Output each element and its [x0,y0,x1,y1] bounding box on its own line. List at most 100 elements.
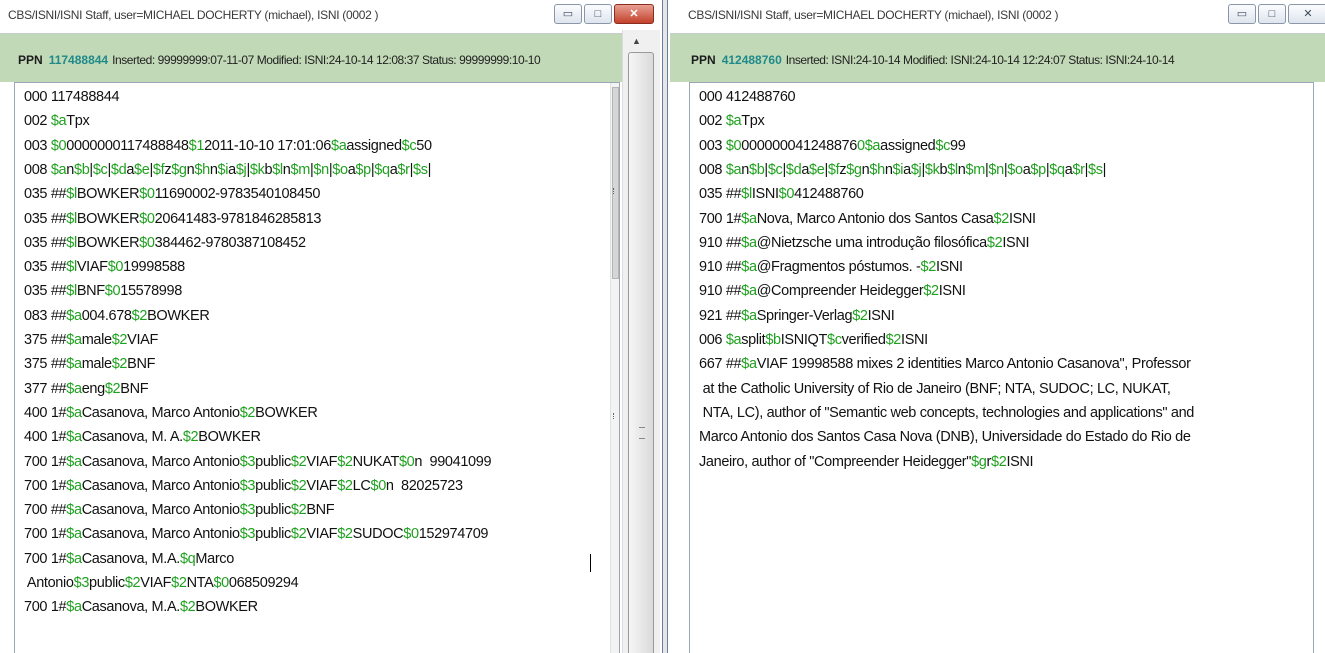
minimize-icon: ▭ [562,8,574,20]
record-field-line[interactable]: 910 ##$a@Compreender Heidegger$2ISNI [699,283,966,299]
subfield-code: $2 [290,526,307,543]
record-field-line[interactable]: 921 ##$aSpringer-Verlag$2ISNI [699,307,895,324]
field-text: 19998588 [123,259,185,276]
record-field-line[interactable]: 400 1#$aCasanova, Marco Antonio$2BOWKER [24,404,318,421]
record-field-line[interactable]: 006 $asplit$bISNIQT$cverified$2ISNI [699,332,928,348]
subfield-code: $0 [403,526,419,543]
record-field-line[interactable]: 700 ##$aCasanova, Marco Antonio$3public$… [24,502,335,519]
field-text: Casanova, Marco Antonio [81,502,240,519]
subfield-code: $3 [239,526,256,543]
record-field-line[interactable]: 910 ##$a@Fragmentos póstumos. -$2ISNI [699,259,963,275]
ppn-label: PPN [691,53,716,67]
scroll-marker [613,188,617,194]
record-field-line[interactable]: 008 $an$b|$c|$da$e|$fz$gn$hn$ia$j|$kb$ln… [24,162,431,178]
subfield-code: $d [785,161,802,178]
close-button[interactable]: ✕ [1288,4,1325,24]
record-editor-scrollbar[interactable] [610,83,619,653]
record-field-line[interactable]: 700 1#$aCasanova, M.A.$2BOWKER [24,599,258,615]
maximize-button[interactable]: □ [1258,4,1286,24]
ppn-number[interactable]: 117488844 [49,53,108,67]
record-field-line[interactable]: 910 ##$a@Nietzsche uma introdução filosó… [699,234,1030,251]
record-field-line[interactable]: 003 $00000000412488760$aassigned$c99 [699,138,966,154]
field-text: VIAF 19998588 mixes 2 identities Marco A… [756,356,1191,373]
subfield-code: $a [741,259,757,276]
record-field-line[interactable]: 400 1#$aCasanova, M. A.$2BOWKER [24,429,261,445]
record-field-line[interactable]: 035 ##$lBOWKER$020641483-9781846285813 [24,211,321,227]
window-scrollbar[interactable]: ▲ [622,30,660,653]
maximize-button[interactable]: □ [584,4,612,24]
subfield-code: $a [741,234,757,251]
field-text: Antonio [24,575,74,591]
close-icon: ✕ [1303,8,1313,20]
scroll-thumb[interactable] [628,52,654,653]
field-text: Springer-Verlag [756,307,853,324]
minimize-button[interactable]: ▭ [554,4,582,24]
record-field-line[interactable]: 700 1#$aCasanova, M.A.$qMarco [24,551,234,567]
record-field-line[interactable]: Janeiro, author of "Compreender Heidegge… [699,454,1034,470]
record-editor-scroll-thumb[interactable] [612,87,619,279]
subfield-code: $c [827,332,842,348]
record-editor[interactable]: 000 412488760 002 $aTpx 003 $0000000041248… [689,82,1314,653]
subfield-code: $0 [213,575,229,591]
pane-divider[interactable] [660,0,670,653]
record-field-line[interactable]: at the Catholic University of Rio de Jan… [699,381,1171,397]
record-field-line[interactable]: 700 1#$aCasanova, Marco Antonio$3public$… [24,478,463,494]
record-field-line[interactable]: 377 ##$aeng$2BNF [24,381,149,397]
subfield-code: $2 [239,404,256,421]
field-text: 11690002-9783540108450 [154,186,321,203]
record-field-line[interactable]: 035 ##$lBOWKER$011690002-9783540108450 [24,186,320,202]
subfield-code: $2 [290,453,307,470]
subfield-code: $b [73,161,90,178]
subfield-code: $s [413,161,428,178]
close-button[interactable]: ✕ [614,4,654,24]
field-text: n [209,161,218,178]
subfield-code: $a [741,283,757,300]
scroll-up-arrow-icon[interactable]: ▲ [632,36,641,46]
subfield-code: $l [66,210,77,227]
field-text: a [801,161,810,178]
window-title: CBS/ISNI/ISNI Staff, user=MICHAEL DOCHER… [688,8,1059,22]
record-field-line[interactable]: Marco Antonio dos Santos Casa Nova (DNB)… [699,429,1191,445]
subfield-code: $h [869,161,885,178]
record-field-line[interactable]: 035 ##$lISNI$0412488760 [699,186,864,202]
subfield-code: $p [355,161,371,178]
record-field-line[interactable]: 700 1#$aCasanova, Marco Antonio$3public$… [24,453,492,470]
record-field-line[interactable]: 035 ##$lBOWKER$0384462-9780387108452 [24,235,306,251]
subfield-code: $m [965,161,986,178]
field-text: n [884,161,893,178]
record-field-line[interactable]: NTA, LC), author of "Semantic web concep… [699,405,1195,421]
record-editor[interactable]: 000 117488844 002 $aTpx 003 $0000000011748… [14,82,620,653]
field-text: BOWKER [147,307,210,324]
record-field-line[interactable]: 375 ##$amale$2VIAF [24,332,158,348]
maximize-icon: □ [1268,8,1276,20]
record-field-line[interactable]: 700 1#$aNova, Marco Antonio dos Santos C… [699,211,1036,227]
record-field-line[interactable]: Antonio$3public$2VIAF$2NTA$0068509294 [24,575,299,591]
subfield-code: $c [92,161,108,178]
field-text: BNF [76,283,105,300]
record-field-line[interactable]: 083 ##$a004.678$2BOWKER [24,307,210,324]
subfield-code: $a [741,356,757,373]
record-field-line[interactable]: 700 1#$aCasanova, Marco Antonio$3public$… [24,526,488,542]
minimize-button[interactable]: ▭ [1228,4,1256,24]
field-text: BOWKER [76,186,140,203]
subfield-code: $a [725,113,742,130]
record-field-line[interactable]: 035 ##$lVIAF$019998588 [24,259,185,275]
record-field-line[interactable]: 000 117488844 [24,89,120,105]
field-text: n [957,161,966,178]
record-field-line[interactable]: 002 $aTpx [24,113,90,129]
subfield-code: $e [809,161,825,178]
record-field-line[interactable]: 035 ##$lBNF$015578998 [24,283,182,299]
record-field-line[interactable]: 002 $aTpx [699,113,765,130]
subfield-code: $2 [993,210,1010,227]
subfield-code: $l [66,259,77,276]
record-field-line[interactable]: 003 $00000000117488848$12011-10-10 17:01… [24,138,432,154]
subfield-code: $c [767,161,783,178]
record-field-line[interactable]: 667 ##$aVIAF 19998588 mixes 2 identities… [699,356,1191,372]
field-text: 50 [416,137,432,154]
record-field-line[interactable]: 008 $an$b|$c|$da$e|$fz$gn$hn$ia$j|$kb$ln… [699,162,1106,178]
right-record-window: CBS/ISNI/ISNI Staff, user=MICHAEL DOCHER… [670,0,1325,653]
field-text: BNF [306,502,335,519]
ppn-number[interactable]: 412488760 [722,53,782,67]
record-field-line[interactable]: 375 ##$amale$2BNF [24,356,155,372]
record-field-line[interactable]: 000 412488760 [699,89,796,105]
